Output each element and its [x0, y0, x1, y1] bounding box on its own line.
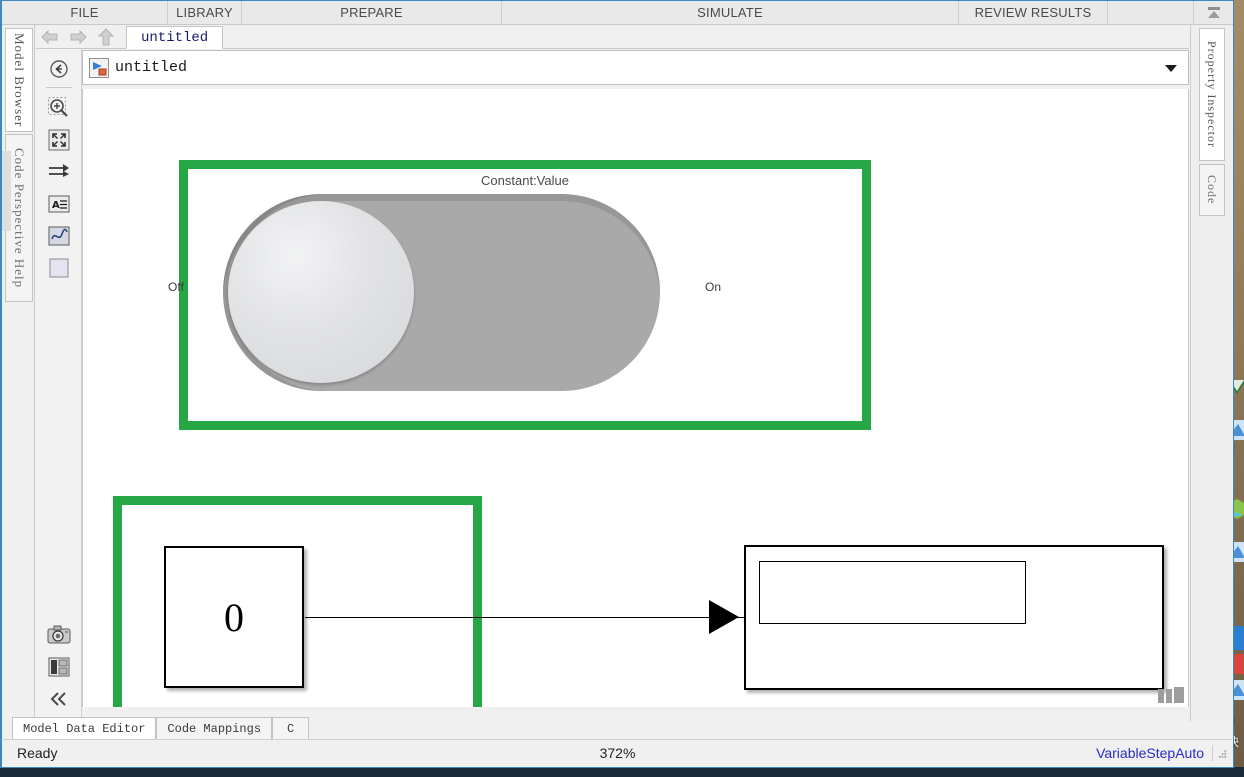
toggle-on-label: On [705, 280, 722, 294]
breadcrumb[interactable]: untitled [82, 50, 1189, 85]
sidebar-item-property-inspector[interactable]: Property Inspector [1198, 28, 1225, 161]
breadcrumb-path: untitled [115, 59, 188, 76]
layout-icon[interactable] [44, 651, 74, 683]
toolbar-separator [45, 87, 72, 88]
signal-routing-icon[interactable] [44, 156, 74, 188]
annotation-icon[interactable]: A [44, 188, 74, 220]
simulink-model-icon [89, 57, 109, 78]
collapse-toolbar-icon[interactable] [44, 683, 74, 715]
display-block[interactable] [744, 545, 1164, 690]
camera-icon[interactable] [44, 619, 74, 651]
svg-text:A: A [52, 200, 60, 211]
toggle-block-title: Constant:Value [481, 173, 569, 188]
display-block-readout [759, 561, 1026, 624]
ribbon-tab-review-results[interactable]: REVIEW RESULTS [959, 1, 1108, 24]
toggle-switch-block[interactable]: Constant:Value Off On [168, 169, 862, 421]
bottom-dock-tabs: Model Data Editor Code Mappings C [12, 717, 310, 739]
toggle-switch-knob[interactable] [228, 201, 414, 383]
tab-model-data-editor[interactable]: Model Data Editor [12, 717, 157, 739]
arrow-left-icon[interactable] [36, 26, 64, 48]
ribbon-tab-file[interactable]: FILE [2, 1, 168, 24]
constant-block[interactable]: 0 [164, 546, 304, 688]
chevron-down-icon[interactable] [1160, 63, 1182, 73]
status-bar: Ready 372% VariableStepAuto [3, 739, 1232, 766]
status-zoom-level: 372% [599, 745, 636, 761]
signal-arrow-icon [709, 600, 739, 634]
edge-artifact [2, 151, 11, 231]
toggle-off-label: Off [168, 280, 184, 294]
zoom-in-icon[interactable] [44, 92, 74, 124]
model-canvas[interactable]: Constant:Value Off On 0 [82, 89, 1189, 707]
left-tab-rail: Model Browser Code Perspective Help [3, 25, 35, 721]
right-tab-rail: Property Inspector Code [1190, 25, 1232, 721]
fit-to-view-icon[interactable] [44, 124, 74, 156]
ribbon-tab-strip: FILE LIBRARY PREPARE SIMULATE REVIEW RES… [2, 1, 1233, 25]
sidebar-item-model-browser[interactable]: Model Browser [5, 28, 33, 132]
navigate-back-icon[interactable] [44, 53, 74, 85]
canvas-toolbar: A [36, 49, 82, 721]
arrow-right-icon[interactable] [64, 26, 92, 48]
ribbon-tab-library[interactable]: LIBRARY [168, 1, 242, 24]
os-taskbar[interactable] [0, 767, 1244, 777]
model-tab[interactable]: untitled [126, 26, 224, 49]
ribbon-tab-simulate[interactable]: SIMULATE [502, 1, 959, 24]
canvas-resize-grip[interactable] [1158, 687, 1184, 703]
ribbon-tab-prepare[interactable]: PREPARE [242, 1, 502, 24]
tab-c[interactable]: C [272, 717, 310, 739]
area-icon[interactable] [44, 252, 74, 284]
constant-block-value: 0 [224, 594, 244, 640]
arrow-up-icon[interactable] [92, 26, 120, 48]
navigation-bar: untitled [36, 25, 1189, 49]
simulink-window: FILE LIBRARY PREPARE SIMULATE REVIEW RES… [0, 0, 1234, 768]
scope-image-icon[interactable] [44, 220, 74, 252]
sidebar-item-code[interactable]: Code [1198, 164, 1225, 216]
chevron-up-icon[interactable] [1193, 1, 1233, 24]
tab-code-mappings[interactable]: Code Mappings [156, 717, 273, 739]
